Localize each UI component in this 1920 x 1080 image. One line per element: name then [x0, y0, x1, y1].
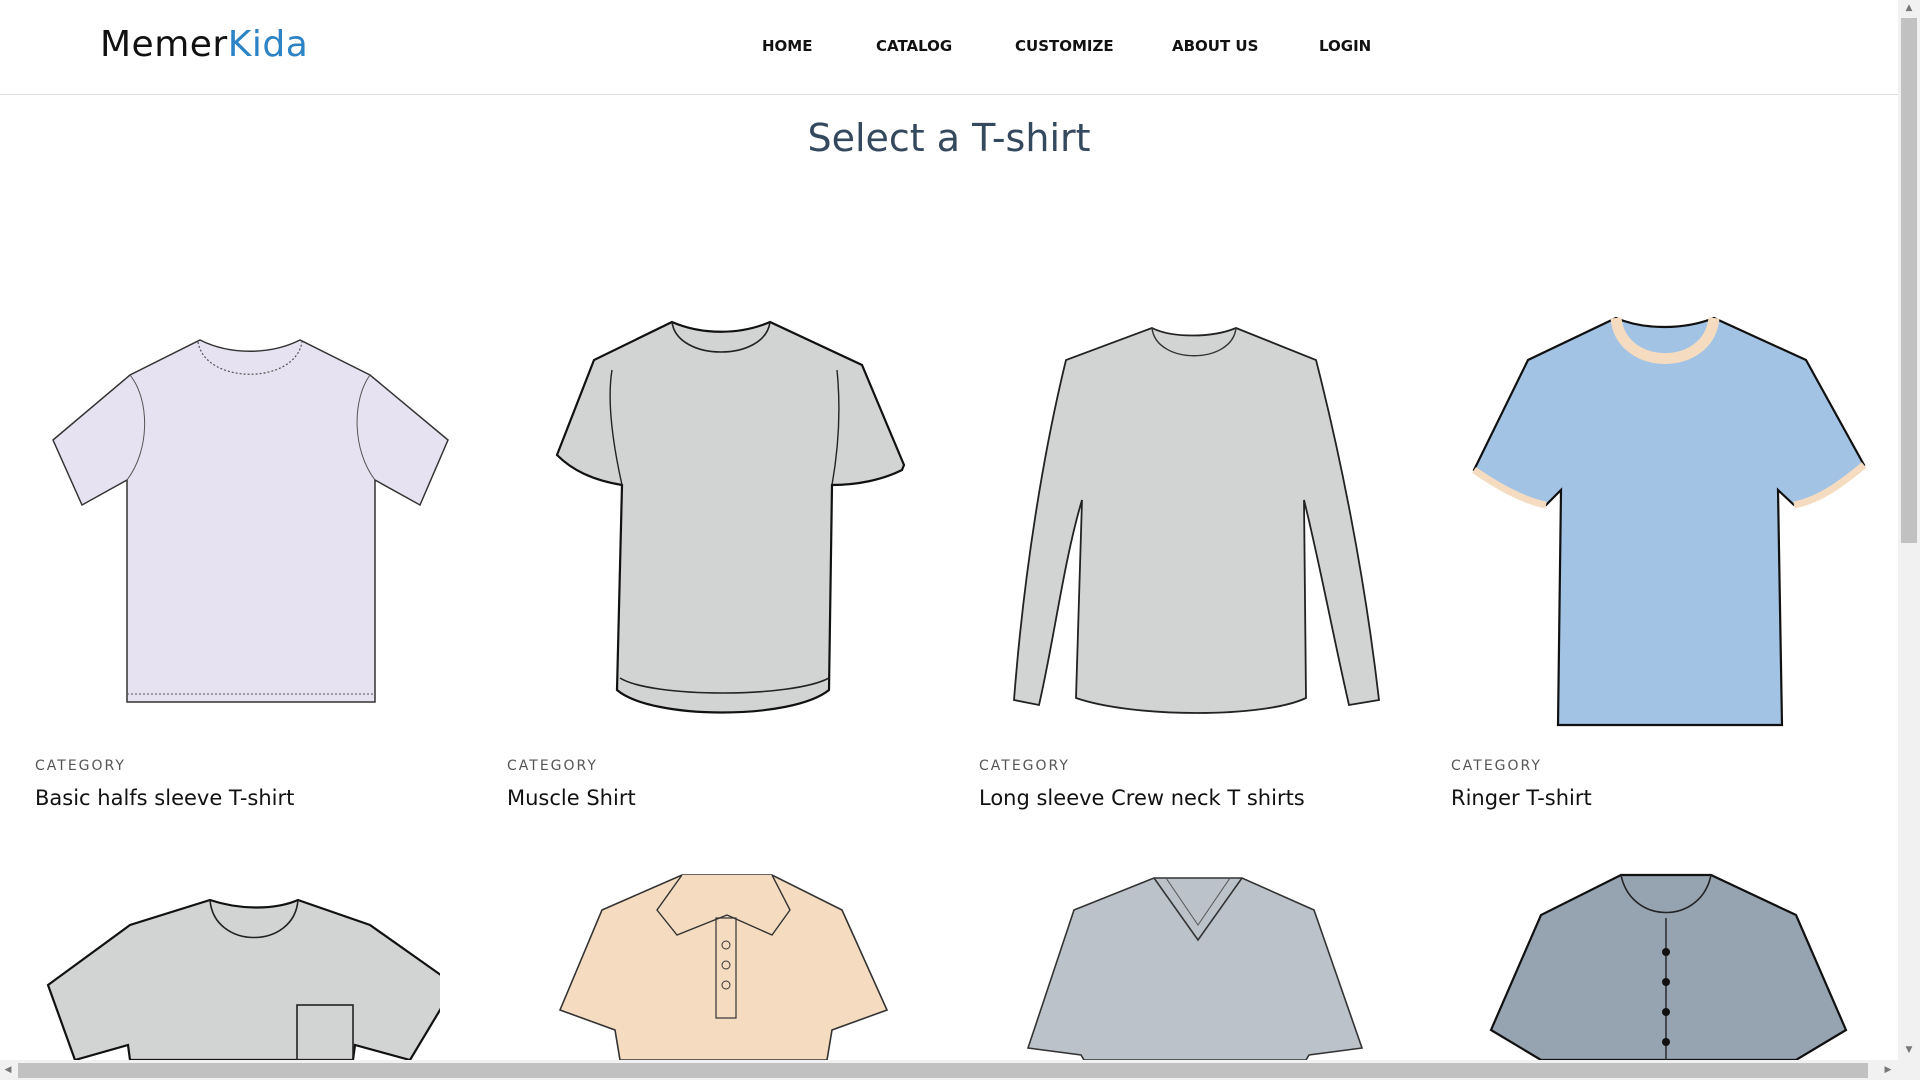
product-category: CATEGORY — [35, 758, 126, 774]
long-sleeve-shirt-icon — [1013, 327, 1380, 714]
product-name[interactable]: Ringer T-shirt — [1451, 786, 1592, 810]
henley-shirt-icon — [1489, 873, 1848, 1060]
nav-home-link[interactable]: HOME — [762, 37, 812, 55]
v-neck-tshirt-icon — [1026, 877, 1364, 1060]
product-name[interactable]: Long sleeve Crew neck T shirts — [979, 786, 1305, 810]
product-category: CATEGORY — [979, 758, 1070, 774]
basic-tshirt-icon — [52, 339, 449, 703]
ringer-tshirt-icon — [1472, 316, 1867, 727]
pocket-tshirt-icon — [46, 898, 440, 1060]
scroll-right-icon[interactable]: ▶ — [1880, 1060, 1896, 1080]
nav-catalog-link[interactable]: CATALOG — [876, 37, 952, 55]
logo-accent-text: Kida — [227, 24, 309, 65]
navbar: MemerKida HOME CATALOG CUSTOMIZE ABOUT U… — [0, 0, 1898, 95]
page-title: Select a T-shirt — [807, 116, 1091, 160]
nav-customize-link[interactable]: CUSTOMIZE — [1015, 37, 1114, 55]
scroll-down-icon[interactable]: ▼ — [1898, 1042, 1920, 1058]
scrollbar-corner — [1898, 1060, 1920, 1080]
nav-about-us-link[interactable]: ABOUT US — [1172, 37, 1258, 55]
polo-shirt-icon — [558, 874, 889, 1060]
product-card-v-neck[interactable] — [944, 870, 1384, 1060]
vertical-scroll-thumb[interactable] — [1901, 18, 1917, 543]
product-card-long-sleeve[interactable]: CATEGORY Long sleeve Crew neck T shirts — [944, 300, 1384, 820]
muscle-shirt-icon — [555, 320, 906, 714]
horizontal-scrollbar[interactable]: ◀ ▶ — [0, 1060, 1898, 1080]
product-card-ringer[interactable]: CATEGORY Ringer T-shirt — [1416, 300, 1867, 820]
product-category: CATEGORY — [507, 758, 598, 774]
product-name[interactable]: Muscle Shirt — [507, 786, 636, 810]
horizontal-scroll-thumb[interactable] — [18, 1063, 1868, 1078]
vertical-scrollbar[interactable]: ▲ ▼ — [1898, 0, 1920, 1080]
product-card-muscle[interactable]: CATEGORY Muscle Shirt — [472, 300, 912, 820]
nav-login-link[interactable]: LOGIN — [1319, 37, 1371, 55]
product-card-pocket[interactable] — [0, 870, 440, 1060]
product-card-henley[interactable] — [1416, 870, 1856, 1060]
scroll-left-icon[interactable]: ◀ — [0, 1060, 16, 1080]
scroll-up-icon[interactable]: ▲ — [1898, 0, 1920, 16]
product-category: CATEGORY — [1451, 758, 1542, 774]
product-name[interactable]: Basic halfs sleeve T-shirt — [35, 786, 294, 810]
product-card-basic[interactable]: CATEGORY Basic halfs sleeve T-shirt — [0, 300, 449, 820]
brand-logo[interactable]: MemerKida — [100, 24, 308, 65]
product-card-polo[interactable] — [472, 870, 912, 1060]
logo-main-text: Memer — [100, 24, 228, 65]
